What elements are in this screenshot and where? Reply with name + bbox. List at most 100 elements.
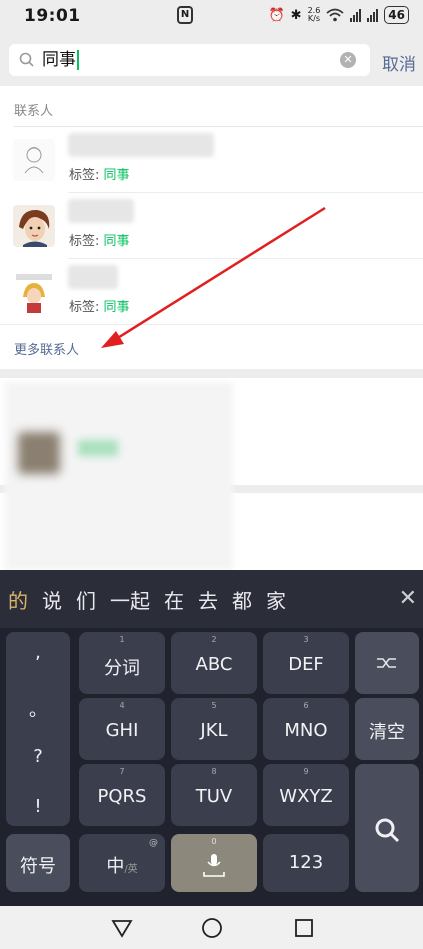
contact-result[interactable]: 标签: 同事 <box>0 193 423 259</box>
tag-label: 标签: <box>69 168 100 183</box>
tag-value: 同事 <box>103 300 130 315</box>
contact-name-redacted <box>68 133 214 157</box>
key-8[interactable]: 8 TUV <box>171 764 257 826</box>
tag-label: 标签: <box>69 234 100 249</box>
avatar <box>13 271 55 313</box>
key-number: 2 <box>211 635 217 644</box>
ime-candidate-bar: 的 说 们 一起 在 去 都 家 ✕ <box>0 570 423 628</box>
contact-result[interactable]: 标签: 同事 <box>0 127 423 193</box>
contact-result[interactable]: 标签: 同事 <box>0 259 423 325</box>
status-time: 19:01 <box>24 6 81 26</box>
avatar <box>13 139 55 181</box>
key-9[interactable]: 9 WXYZ <box>263 764 349 826</box>
signal-icon-2 <box>367 8 379 22</box>
search-header: 同事 ✕ 取消 <box>0 34 423 86</box>
candidate-word[interactable]: 说 <box>42 585 62 614</box>
contact-name-redacted <box>68 199 134 223</box>
search-input-value: 同事 <box>42 50 76 70</box>
search-key[interactable] <box>355 764 419 892</box>
wifi-icon <box>326 8 344 22</box>
back-icon[interactable] <box>110 916 134 940</box>
network-speed: 2.6 K/s <box>308 7 321 23</box>
key-number: 6 <box>303 701 309 710</box>
candidate-word[interactable]: 的 <box>8 585 28 614</box>
redacted-highlight <box>78 440 118 456</box>
alarm-icon: ⏰ <box>268 7 285 23</box>
key-label: 符号 <box>20 856 56 877</box>
close-icon[interactable]: ✕ <box>399 586 417 611</box>
punct-comma[interactable]: , <box>6 642 70 663</box>
candidate-word[interactable]: 一起 <box>110 585 150 614</box>
key-number: 7 <box>119 767 125 776</box>
symbol-key[interactable]: 符号 <box>6 834 70 892</box>
network-speed-unit: K/s <box>307 14 320 23</box>
section-title: 联系人 <box>14 104 54 119</box>
key-label: ABC <box>195 654 233 675</box>
language-switch-key[interactable]: @ 中/英 <box>79 834 165 892</box>
punct-question[interactable]: ? <box>6 746 70 767</box>
candidate-word[interactable]: 都 <box>232 585 252 614</box>
search-box[interactable]: 同事 ✕ <box>9 44 370 76</box>
contact-name-redacted <box>68 265 118 289</box>
key-6[interactable]: 6 MNO <box>263 698 349 760</box>
key-7[interactable]: 7 PQRS <box>79 764 165 826</box>
microphone-icon <box>203 854 225 877</box>
recents-icon[interactable] <box>292 916 316 940</box>
status-icons: ⏰ ✱ 2.6 K/s 46 <box>268 6 409 24</box>
tag-value: 同事 <box>103 234 130 249</box>
search-icon <box>375 818 400 843</box>
key-3[interactable]: 3 DEF <box>263 632 349 694</box>
more-contacts-link[interactable]: 更多联系人 <box>14 339 79 358</box>
candidate-word[interactable]: 在 <box>164 585 184 614</box>
key-label: TUV <box>195 786 233 807</box>
tag-label: 标签: <box>69 300 100 315</box>
key-number: 4 <box>119 701 125 710</box>
key-number: 8 <box>211 767 217 776</box>
number-key[interactable]: 123 <box>263 834 349 892</box>
bluetooth-icon: ✱ <box>290 7 302 23</box>
text-caret <box>77 50 79 70</box>
search-input[interactable]: 同事 <box>42 49 79 71</box>
candidate-word[interactable]: 们 <box>76 585 96 614</box>
clear-key[interactable]: 清空 <box>355 698 419 760</box>
key-5[interactable]: 5 JKL <box>171 698 257 760</box>
key-number: 0 <box>211 837 217 846</box>
key-sublabel: /英 <box>124 864 138 875</box>
key-label: 分词 <box>104 658 140 679</box>
avatar <box>13 205 55 247</box>
key-number: 1 <box>119 635 125 644</box>
contact-tag: 标签: 同事 <box>69 164 130 183</box>
key-label: PQRS <box>97 786 147 807</box>
key-number: 5 <box>211 701 217 710</box>
shuffle-key[interactable] <box>355 632 419 694</box>
key-label: GHI <box>105 720 139 741</box>
signal-icon-1 <box>350 8 362 22</box>
candidate-word[interactable]: 去 <box>198 585 218 614</box>
status-bar: 19:01 N ⏰ ✱ 2.6 K/s 46 <box>0 0 423 34</box>
key-number: 9 <box>303 767 309 776</box>
key-label: 中 <box>106 856 125 877</box>
key-2[interactable]: 2 ABC <box>171 632 257 694</box>
punct-exclaim[interactable]: ! <box>6 796 70 817</box>
battery-indicator: 46 <box>384 6 409 24</box>
key-1[interactable]: 1 分词 <box>79 632 165 694</box>
punctuation-column[interactable]: , 。 ? ! <box>6 632 70 826</box>
contact-tag: 标签: 同事 <box>69 230 130 249</box>
redacted-area <box>5 382 233 570</box>
nfc-icon: N <box>177 6 193 24</box>
shuffle-icon <box>377 658 396 668</box>
redacted-avatar <box>18 432 60 474</box>
cancel-button[interactable]: 取消 <box>382 50 416 75</box>
candidate-word[interactable]: 家 <box>266 585 286 614</box>
tag-value: 同事 <box>103 168 130 183</box>
punct-period[interactable]: 。 <box>6 696 70 722</box>
clear-icon[interactable]: ✕ <box>340 52 356 68</box>
key-label: DEF <box>288 654 324 675</box>
home-icon[interactable] <box>200 916 224 940</box>
key-label: WXYZ <box>279 786 333 807</box>
space-key[interactable]: 0 <box>171 834 257 892</box>
divider <box>0 324 423 325</box>
ime-keyboard: , 。 ? ! 1 分词 2 ABC 3 DEF 4 GHI 5 JKL 6 MNO 清空 … <box>0 628 423 906</box>
key-label: MNO <box>284 720 328 741</box>
key-4[interactable]: 4 GHI <box>79 698 165 760</box>
